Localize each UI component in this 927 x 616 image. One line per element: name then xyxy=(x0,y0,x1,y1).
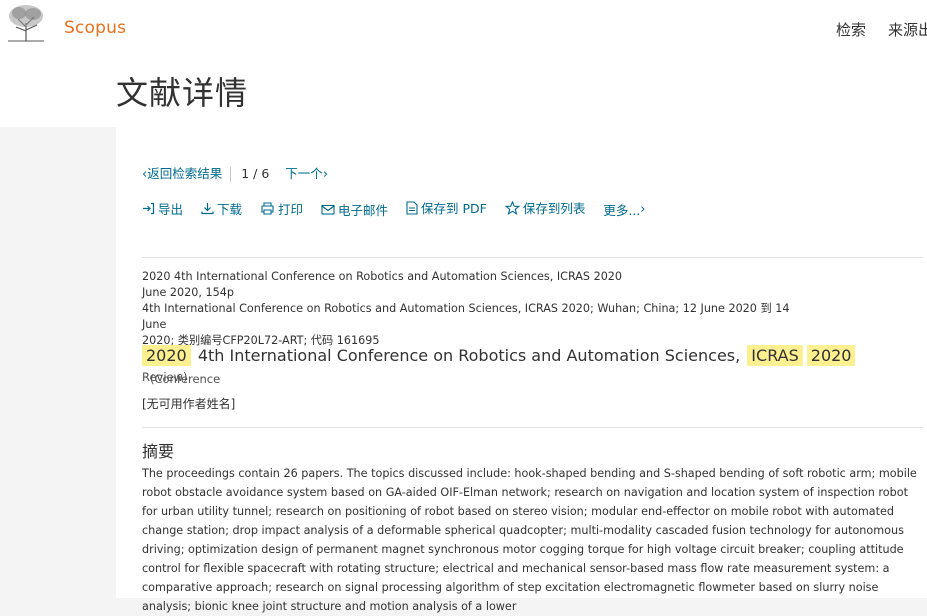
star-icon xyxy=(504,200,520,215)
pdf-icon xyxy=(406,200,418,215)
abstract-text: The proceedings contain 26 papers. The t… xyxy=(142,467,917,613)
abstract-heading: 摘要 xyxy=(142,442,175,461)
scopus-logo-text[interactable]: Scopus xyxy=(64,18,126,38)
export-icon xyxy=(143,202,155,214)
source-info: 2020 4th International Conference on Rob… xyxy=(142,269,792,349)
document-toolbar: 导出 下载 打印 电子邮件 保存到 PDF 保存到列表 更多... › xyxy=(142,198,659,219)
back-to-results-link[interactable]: ‹返回检索结果 xyxy=(142,166,222,182)
email-icon xyxy=(321,204,335,215)
save-to-pdf-button[interactable]: 保存到 PDF xyxy=(406,198,487,217)
source-date-pages: June 2020, 154p xyxy=(142,286,234,299)
email-button[interactable]: 电子邮件 xyxy=(321,200,388,219)
result-navigation: ‹返回检索结果 1 / 6 下一个› xyxy=(142,163,328,182)
download-icon xyxy=(201,202,214,214)
divider xyxy=(142,427,923,428)
document-details-card: ‹返回检索结果 1 / 6 下一个› 导出 下载 打印 电子邮件 保存到 PDF 保… xyxy=(116,127,927,613)
authors: [无可用作者姓名] xyxy=(142,397,236,411)
page-title: 文献详情 xyxy=(116,74,249,112)
next-result-link[interactable]: 下一个› xyxy=(285,166,329,182)
download-button[interactable]: 下载 xyxy=(201,199,242,218)
print-icon xyxy=(261,201,274,215)
nav-search-link[interactable]: 检索 xyxy=(836,19,866,40)
source-title[interactable]: 2020 4th International Conference on Rob… xyxy=(142,269,792,285)
title-highlight: 2020 xyxy=(142,345,191,366)
document-title: 2020 4th International Conference on Rob… xyxy=(142,345,927,390)
conference-info: 4th International Conference on Robotics… xyxy=(142,302,790,331)
result-position: 1 / 6 xyxy=(241,166,270,181)
title-text: 4th International Conference on Robotics… xyxy=(197,346,741,365)
chevron-right-icon: › xyxy=(640,201,646,217)
save-to-list-button[interactable]: 保存到列表 xyxy=(504,198,585,217)
header: Scopus 检索 来源出版物 文献详情 xyxy=(0,0,927,127)
export-button[interactable]: 导出 xyxy=(142,199,183,218)
print-button[interactable]: 打印 xyxy=(260,199,303,218)
divider xyxy=(142,257,923,258)
title-highlight: 2020 xyxy=(806,345,856,366)
title-highlight: ICRAS xyxy=(747,345,803,366)
nav-sources-link[interactable]: 来源出版物 xyxy=(888,19,927,40)
document-type-cont: Review) xyxy=(142,370,188,384)
more-button[interactable]: 更多... › xyxy=(603,200,645,219)
elsevier-tree-logo[interactable] xyxy=(4,3,48,43)
divider xyxy=(230,167,232,182)
chevron-right-icon: › xyxy=(322,167,329,182)
